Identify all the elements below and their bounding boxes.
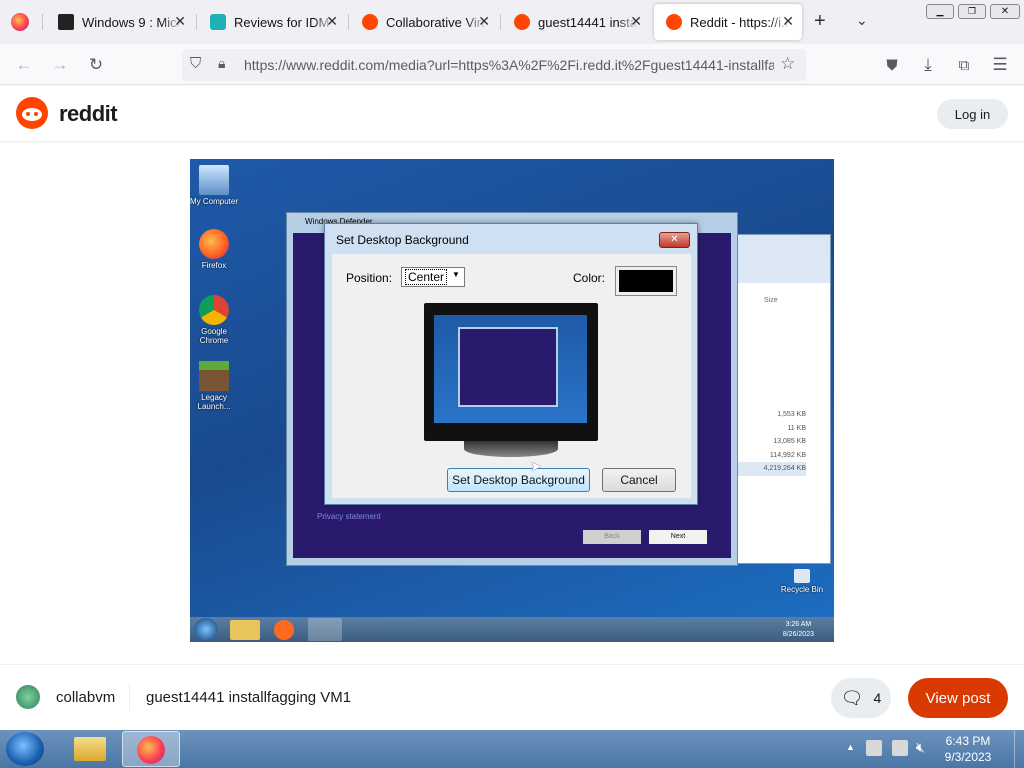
color-label: Color: bbox=[573, 271, 606, 285]
vm-screenshot-image: My Computer Firefox Google Chrome Legacy… bbox=[190, 159, 834, 642]
firefox-taskbar-button[interactable] bbox=[122, 731, 180, 767]
url-bar[interactable]: ⛉ 🔒︎ https://www.reddit.com/media?url=ht… bbox=[182, 49, 806, 81]
close-icon[interactable]: ✕ bbox=[478, 13, 490, 30]
community-avatar[interactable] bbox=[16, 685, 40, 709]
menu-icon[interactable]: ☰ bbox=[987, 52, 1013, 78]
url-text[interactable]: https://www.reddit.com/media?url=https%3… bbox=[244, 57, 774, 73]
vm-folder-icon bbox=[230, 620, 260, 640]
firefox-icon bbox=[137, 736, 165, 764]
tab-reviews-idm[interactable]: Reviews for IDM In ✕ bbox=[198, 4, 346, 40]
reddit-header: reddit Log in bbox=[0, 86, 1024, 142]
tab-title: Reviews for IDM In bbox=[234, 14, 334, 30]
set-desktop-background-button: Set Desktop Background bbox=[447, 468, 590, 492]
network-icon[interactable] bbox=[892, 740, 908, 756]
folder-icon bbox=[74, 737, 106, 761]
puzzle-icon bbox=[210, 14, 226, 30]
volume-muted-icon[interactable]: 🔇︎ bbox=[916, 739, 925, 756]
tab-title: Collaborative Virtu bbox=[386, 14, 486, 30]
set-desktop-background-dialog: Set Desktop Background ✕ Position: Cente… bbox=[324, 223, 698, 505]
reddit-logo-icon[interactable] bbox=[16, 97, 48, 129]
tab-title: Windows 9 : Micr bbox=[82, 14, 181, 30]
reddit-icon bbox=[666, 14, 682, 30]
tab-title: guest14441 install bbox=[538, 14, 638, 30]
downloads-icon[interactable]: ⤓ bbox=[915, 52, 941, 78]
community-name[interactable]: collabvm bbox=[56, 689, 115, 706]
desktop-icon-recycle-bin: Recycle Bin bbox=[774, 569, 830, 594]
extensions-icon[interactable]: ⧉ bbox=[951, 52, 977, 78]
login-button[interactable]: Log in bbox=[937, 99, 1008, 129]
desktop-icon-legacy-launcher: Legacy Launch... bbox=[190, 361, 242, 411]
action-center-icon[interactable] bbox=[866, 740, 882, 756]
maximize-button[interactable]: ❐ bbox=[958, 4, 986, 19]
close-window-button[interactable]: ✕ bbox=[990, 4, 1020, 19]
vm-taskbar: 3:26 AM 8/26/2023 bbox=[190, 617, 834, 642]
chevron-down-icon: ▼ bbox=[452, 270, 460, 279]
desktop-icon-chrome: Google Chrome bbox=[190, 295, 242, 345]
bookmark-star-icon[interactable]: ☆ bbox=[780, 54, 795, 74]
vm-start-icon bbox=[194, 618, 218, 641]
reload-icon[interactable]: ↻ bbox=[83, 52, 109, 78]
forward-icon[interactable]: → bbox=[47, 52, 73, 78]
position-select: Center ▼ bbox=[401, 267, 465, 287]
color-swatch bbox=[615, 266, 677, 296]
taskbar-clock[interactable]: 6:43 PM 9/3/2023 bbox=[938, 733, 998, 765]
show-desktop-button[interactable] bbox=[1014, 730, 1024, 768]
firefox-view-icon[interactable] bbox=[11, 13, 29, 31]
monitor-preview bbox=[424, 303, 598, 441]
reddit-icon bbox=[362, 14, 378, 30]
reddit-wordmark[interactable]: reddit bbox=[59, 101, 118, 127]
new-tab-button[interactable]: + bbox=[814, 10, 826, 33]
navigation-bar: ← → ↻ ⛉ 🔒︎ https://www.reddit.com/media?… bbox=[0, 44, 1024, 85]
monitor-stand bbox=[464, 441, 558, 457]
start-button[interactable] bbox=[6, 732, 44, 766]
position-label: Position: bbox=[346, 271, 393, 285]
tab-collaborative-virtual[interactable]: Collaborative Virtu ✕ bbox=[350, 4, 498, 40]
list-all-tabs-icon[interactable]: ⌄ bbox=[856, 12, 868, 29]
explorer-window: Size 1,553 KB 11 KB 13,085 KB 114,992 KB… bbox=[735, 234, 831, 564]
back-icon[interactable]: ← bbox=[11, 52, 37, 78]
tab-title: Reddit - https://i.r bbox=[690, 14, 789, 30]
windows-taskbar: ▲ 🔇︎ 6:43 PM 9/3/2023 bbox=[0, 730, 1024, 768]
archive-icon bbox=[58, 14, 74, 30]
show-hidden-icons[interactable]: ▲ bbox=[846, 742, 855, 752]
close-icon[interactable]: ✕ bbox=[782, 13, 794, 30]
lock-icon[interactable]: 🔒︎ bbox=[218, 55, 225, 72]
tab-reddit-active[interactable]: Reddit - https://i.r ✕ bbox=[654, 4, 802, 40]
post-bar: collabvm guest14441 installfagging VM1 🗨… bbox=[0, 664, 1024, 730]
close-icon[interactable]: ✕ bbox=[174, 13, 186, 30]
close-icon[interactable]: ✕ bbox=[630, 13, 642, 30]
dialog-title: Set Desktop Background bbox=[336, 233, 469, 247]
desktop-icon-my-computer: My Computer bbox=[190, 165, 242, 206]
shield-icon[interactable]: ⛉ bbox=[190, 55, 201, 72]
tab-windows-9[interactable]: Windows 9 : Micr ✕ bbox=[46, 4, 194, 40]
vm-firefox-icon bbox=[274, 620, 294, 640]
close-icon[interactable]: ✕ bbox=[326, 13, 338, 30]
comment-count: 4 bbox=[873, 690, 882, 706]
reddit-icon bbox=[514, 14, 530, 30]
mouse-cursor-icon: ➤ bbox=[530, 458, 542, 474]
desktop-icon-firefox: Firefox bbox=[190, 229, 242, 270]
minimize-button[interactable]: ▁ bbox=[926, 4, 954, 19]
post-title[interactable]: guest14441 installfagging VM1 bbox=[146, 689, 351, 706]
tab-strip: Windows 9 : Micr ✕ Reviews for IDM In ✕ … bbox=[0, 0, 1024, 44]
comments-button[interactable]: 🗨︎ 4 bbox=[831, 678, 891, 718]
cancel-button: Cancel bbox=[602, 468, 676, 492]
comment-icon: 🗨︎ bbox=[840, 687, 864, 708]
dialog-close-button: ✕ bbox=[659, 232, 690, 248]
tab-guest14441[interactable]: guest14441 install ✕ bbox=[502, 4, 650, 40]
pocket-icon[interactable]: ⛊ bbox=[879, 52, 905, 78]
view-post-button[interactable]: View post bbox=[908, 678, 1008, 718]
explorer-taskbar-button[interactable] bbox=[62, 731, 120, 767]
vm-app-icon bbox=[308, 618, 342, 641]
